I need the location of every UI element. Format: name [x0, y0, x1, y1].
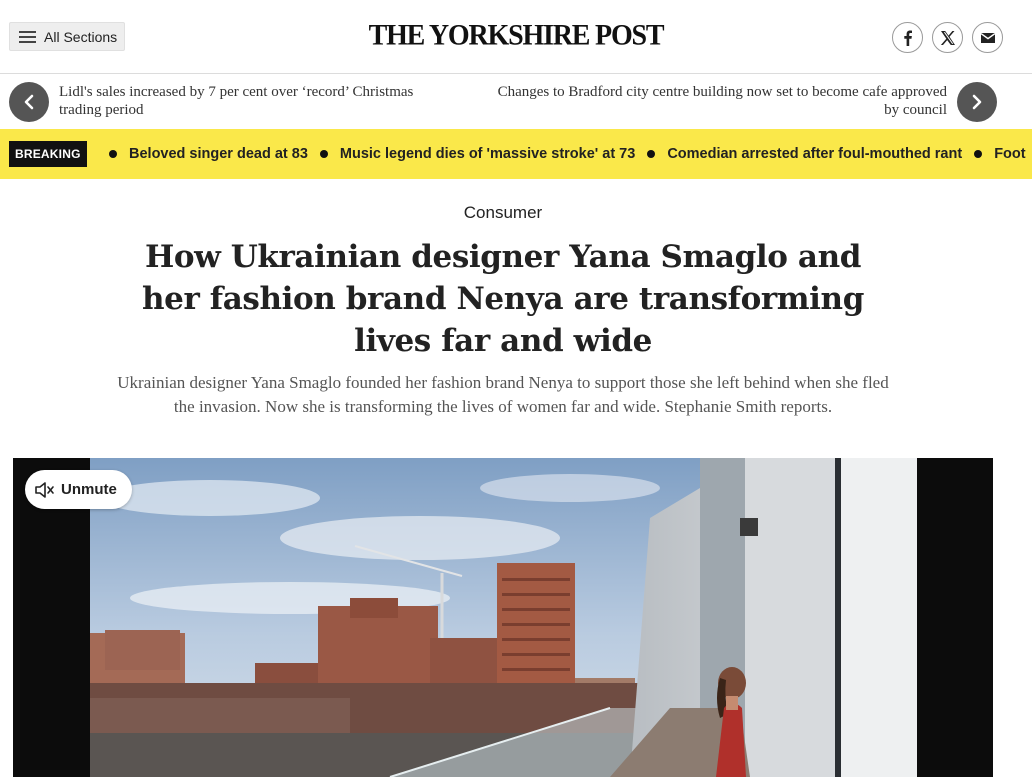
ticker-item[interactable]: Foot: [974, 146, 1026, 162]
bullet-icon: [647, 150, 656, 158]
x-icon: [940, 30, 955, 45]
bullet-icon: [109, 150, 117, 158]
all-sections-label: All Sections: [44, 28, 118, 45]
email-share-button[interactable]: [972, 22, 1003, 53]
previous-article-button[interactable]: [9, 82, 49, 122]
facebook-icon: [903, 30, 912, 46]
x-share-button[interactable]: [932, 22, 963, 53]
ticker-item-text: Comedian arrested after foul-mouthed ran…: [667, 146, 963, 162]
article-category-link[interactable]: Consumer: [0, 203, 1006, 223]
breaking-news-bar: BREAKING Beloved singer dead at 83 Music…: [0, 129, 1032, 179]
bullet-icon: [319, 150, 328, 158]
video-player[interactable]: Unmute: [13, 458, 993, 777]
unmute-button[interactable]: Unmute: [25, 470, 132, 509]
masthead-logo: THE YORKSHIRE POST: [0, 19, 1032, 53]
muted-speaker-icon: [35, 481, 54, 498]
next-article-button[interactable]: [957, 82, 997, 122]
breaking-label: BREAKING: [9, 141, 87, 167]
ticker-item-text: Beloved singer dead at 83: [129, 146, 308, 162]
video-frame: [90, 458, 917, 777]
next-article-link[interactable]: Changes to Bradford city centre building…: [487, 83, 947, 119]
all-sections-button[interactable]: All Sections: [9, 22, 125, 51]
ticker-item-text: Foot: [994, 146, 1026, 162]
chevron-left-icon: [24, 94, 34, 110]
video-still-image: [90, 458, 917, 777]
site-header: All Sections THE YORKSHIRE POST: [0, 0, 1032, 74]
ticker-item[interactable]: Comedian arrested after foul-mouthed ran…: [647, 146, 962, 162]
ticker-item[interactable]: Beloved singer dead at 83: [109, 146, 308, 162]
breaking-ticker: Beloved singer dead at 83 Music legend d…: [109, 129, 1032, 179]
previous-article-link[interactable]: Lidl's sales increased by 7 per cent ove…: [59, 83, 419, 119]
article-headline: How Ukrainian designer Yana Smaglo and h…: [142, 239, 864, 359]
chevron-right-icon: [972, 94, 982, 110]
article-standfirst: Ukrainian designer Yana Smaglo founded h…: [117, 373, 889, 416]
ticker-item-text: Music legend dies of 'massive stroke' at…: [339, 146, 636, 162]
facebook-share-button[interactable]: [892, 22, 923, 53]
ticker-item[interactable]: Music legend dies of 'massive stroke' at…: [319, 146, 636, 162]
adjacent-articles-strip: Lidl's sales increased by 7 per cent ove…: [0, 75, 1032, 129]
email-icon: [980, 32, 995, 43]
bullet-icon: [974, 150, 983, 158]
social-share-group: [892, 22, 1003, 53]
masthead-logo-link[interactable]: THE YORKSHIRE POST: [369, 19, 665, 52]
unmute-label: Unmute: [61, 481, 117, 498]
hamburger-menu-icon: [19, 30, 36, 43]
